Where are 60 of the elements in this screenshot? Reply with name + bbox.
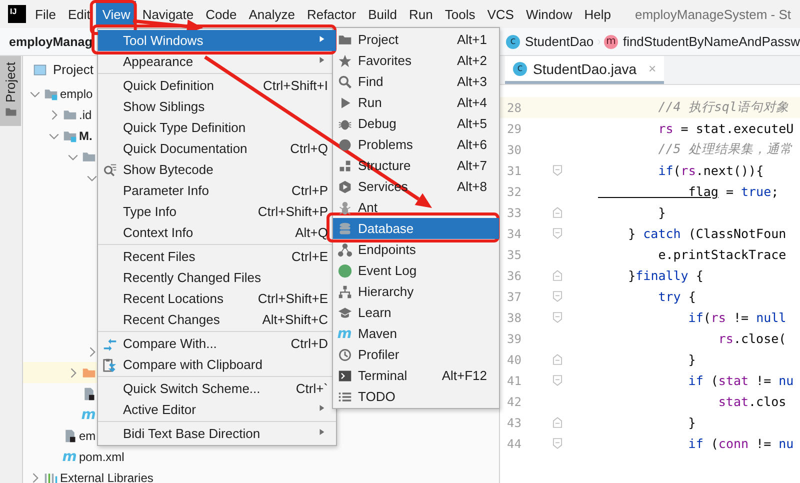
code-line: if (conn != nu [687,436,794,451]
line-number: 39 [506,332,522,346]
code-line: rs = stat.executeU [657,121,794,136]
shortcut-text: Alt+6 [456,137,487,152]
shortcut-text: Alt+1 [456,32,487,47]
line-number: 34 [506,226,522,240]
line-number: 41 [506,374,522,388]
code-line: //5 处理结果集，通常 [657,141,792,158]
shortcut-text: Alt+4 [456,95,487,110]
line-number: 30 [506,142,522,156]
shortcut-text: Alt+2 [456,53,487,68]
line-number: 44 [506,436,522,450]
shortcut-text: Ctrl+Shift+I [262,78,328,93]
line-number: 28 [506,100,522,114]
shortcut-text: Ctrl+Shift+E [256,291,328,306]
letter-icon: c [506,34,520,48]
shortcut-text: Alt+3 [456,74,487,89]
shortcut-text: Alt+5 [456,116,487,131]
code-line: stat.clos [717,394,786,409]
shortcut-text: Alt+Shift+C [261,312,328,327]
line-number: 33 [506,206,522,220]
project-name: employManag [9,34,92,48]
app-logo: IJ [8,5,26,23]
line-number: 38 [506,310,522,324]
line-number: 35 [506,248,522,262]
code-line: //4 执行sql语句对象 [657,99,789,116]
shortcut-text: Ctrl+P [290,183,328,198]
letter-icon: m [604,34,618,48]
line-number: 42 [506,394,522,408]
shortcut-text: Alt+F12 [440,368,487,383]
letter-icon: m [62,448,77,464]
window-title: employManageSystem - St [634,6,792,22]
code-line: flag = true; [687,184,779,199]
code-line: e.printStackTrace [657,247,786,262]
code-line: try { [657,289,696,304]
shortcut-text: Ctrl+Shift+P [256,204,328,219]
line-number: 43 [506,416,522,430]
letter-icon: c [513,62,527,76]
letter-icon: m [337,326,352,342]
shortcut-text: Ctrl+D [290,336,328,351]
code-line: } [687,352,696,367]
code-line: } [687,415,696,430]
shortcut-text: Alt+7 [456,158,487,173]
line-number: 40 [506,352,522,366]
code-line: if(rs.next()){ [657,163,764,178]
shortcut-text: Ctrl+` [294,381,328,396]
code-line: rs.close( [717,331,786,346]
shortcut-text: Ctrl+Q [289,141,328,156]
line-number: 36 [506,268,522,282]
line-number: 31 [506,164,522,178]
line-number: 29 [506,122,522,136]
line-number: 32 [506,184,522,198]
code-line: if(rs != null [687,310,786,325]
code-line: if (stat != nu [687,373,794,388]
code-line: } catch (ClassNotFoun [627,226,786,241]
panel-title: Project [53,62,94,77]
line-number: 37 [506,290,522,304]
shortcut-text: Ctrl+E [290,249,328,264]
shortcut-text: Alt+8 [456,179,487,194]
code-line: }finally { [627,268,704,283]
